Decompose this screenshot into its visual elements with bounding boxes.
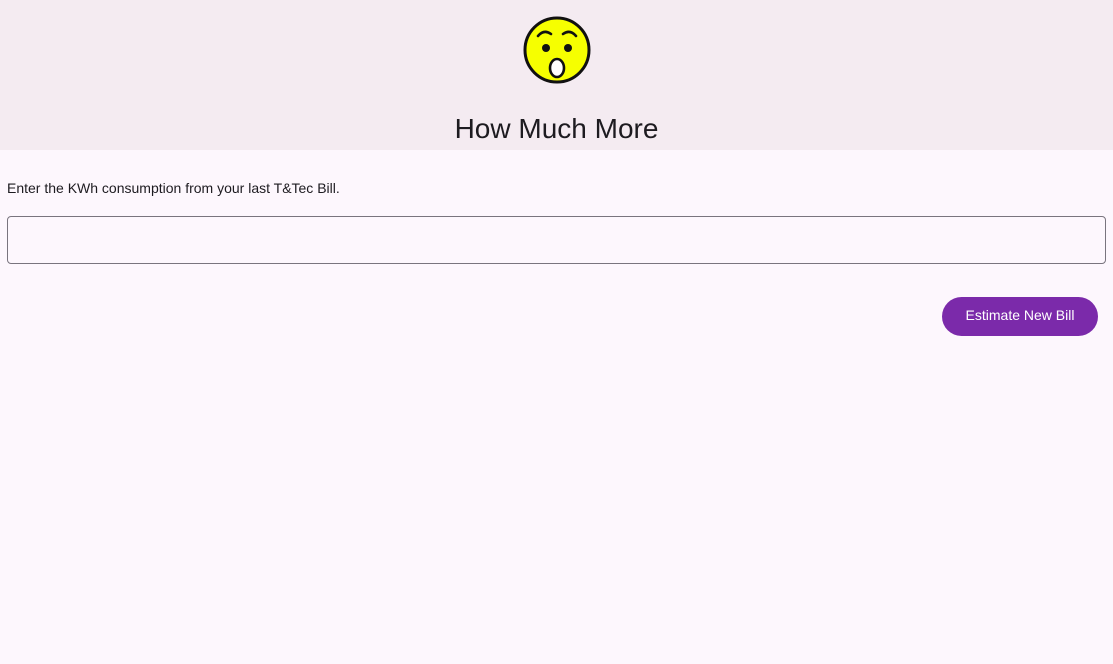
- app-header: How Much More: [0, 0, 1113, 150]
- kwh-consumption-input[interactable]: [7, 216, 1106, 264]
- page-title: How Much More: [454, 113, 659, 144]
- kwh-instruction-label: Enter the KWh consumption from your last…: [7, 180, 340, 196]
- estimate-new-bill-button[interactable]: Estimate New Bill: [942, 297, 1098, 336]
- main-content: Enter the KWh consumption from your last…: [0, 150, 1113, 664]
- astonished-face-icon: [523, 16, 591, 84]
